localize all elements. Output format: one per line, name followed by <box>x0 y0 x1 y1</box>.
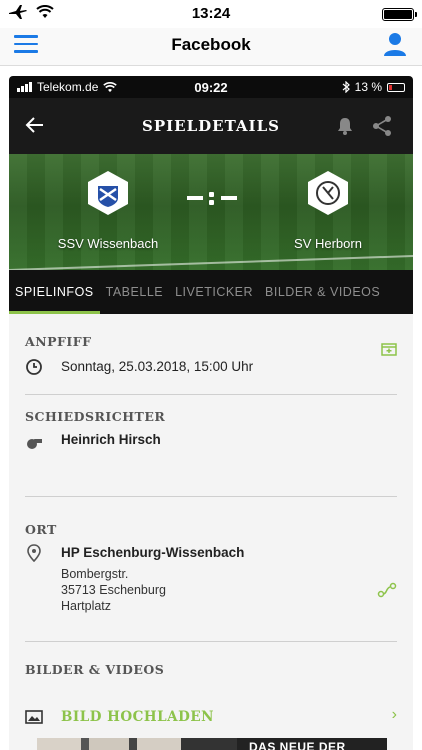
divider <box>25 394 397 395</box>
outer-status-bar: 13:24 <box>0 0 422 28</box>
nav-title: Facebook <box>171 35 251 54</box>
bluetooth-icon <box>342 81 350 93</box>
route-icon[interactable] <box>377 582 397 598</box>
venue-field: Hartplatz <box>61 599 112 613</box>
media-title: BILDER & VIDEOS <box>25 662 165 677</box>
status-time: 13:24 <box>191 5 231 22</box>
location-pin-icon <box>27 544 41 562</box>
anpfiff-section: ANPFIFF Sonntag, 25.03.2018, 15:00 Uhr <box>25 334 397 384</box>
divider <box>25 496 397 497</box>
referee-name: Heinrich Hirsch <box>61 432 161 447</box>
score-placeholder <box>187 192 237 205</box>
away-team[interactable]: SV Herborn <box>253 170 403 251</box>
venue-street: Bombergstr. <box>61 567 129 581</box>
calendar-add-icon[interactable] <box>381 342 397 356</box>
battery-icon <box>387 82 405 92</box>
inner-status-bar: Telekom.de 09:22 13 % <box>9 76 413 98</box>
battery-icon <box>382 8 417 21</box>
chevron-right-icon[interactable]: › <box>392 706 397 724</box>
outer-nav-bar: Facebook <box>0 28 422 66</box>
venue-city: 35713 Eschenburg <box>61 583 166 597</box>
battery-percent: 13 % <box>354 80 382 94</box>
upload-image-button[interactable]: BILD HOCHLADEN <box>61 709 214 725</box>
away-team-name: SV Herborn <box>294 236 362 251</box>
schiedsrichter-title: SCHIEDSRICHTER <box>25 409 166 424</box>
bell-icon[interactable] <box>335 116 355 136</box>
media-banner[interactable]: DAS NEUE DER <box>37 738 387 750</box>
venue-name: HP Eschenburg-Wissenbach <box>61 545 245 560</box>
ort-title: ORT <box>25 522 57 537</box>
tab-liveticker[interactable]: LIVETICKER <box>169 270 259 314</box>
anpfiff-title: ANPFIFF <box>25 334 92 349</box>
tab-tabelle[interactable]: TABELLE <box>100 270 169 314</box>
divider <box>25 641 397 642</box>
schiedsrichter-section: SCHIEDSRICHTER Heinrich Hirsch <box>25 409 397 459</box>
media-section: BILDER & VIDEOS BILD HOCHLADEN › <box>25 662 397 742</box>
app-bar: SPIELDETAILS <box>9 98 413 154</box>
ort-section: ORT HP Eschenburg-Wissenbach Bombergstr.… <box>25 522 397 632</box>
image-icon <box>25 710 43 724</box>
share-icon[interactable] <box>371 115 393 137</box>
home-crest-icon <box>87 170 129 216</box>
home-team-name: SSV Wissenbach <box>57 236 159 251</box>
banner-text: DAS NEUE DER <box>249 740 346 750</box>
kickoff-datetime: Sonntag, 25.03.2018, 15:00 Uhr <box>61 359 254 374</box>
tab-bilder-videos[interactable]: BILDER & VIDEOS <box>259 270 386 314</box>
clock-icon <box>26 359 42 375</box>
tab-spielinfos[interactable]: SPIELINFOS <box>9 270 100 314</box>
home-team[interactable]: SSV Wissenbach <box>33 170 183 251</box>
match-header: SSV Wissenbach SV Herborn <box>9 154 413 270</box>
away-crest-icon <box>307 170 349 216</box>
app-screenshot: Telekom.de 09:22 13 % SPIELDETAILS SSV W… <box>9 76 413 750</box>
match-info-content: ANPFIFF Sonntag, 25.03.2018, 15:00 Uhr S… <box>9 314 413 750</box>
tab-bar: SPIELINFOS TABELLE LIVETICKER BILDER & V… <box>9 270 413 314</box>
user-icon[interactable] <box>382 31 408 57</box>
whistle-icon <box>27 439 42 449</box>
